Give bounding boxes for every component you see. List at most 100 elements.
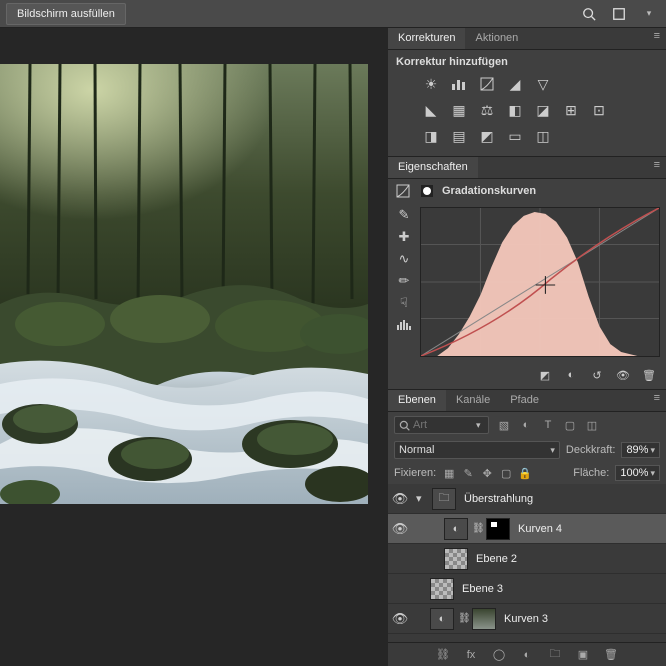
document-canvas[interactable] <box>0 28 388 666</box>
triangle-icon[interactable]: ▽ <box>532 74 554 94</box>
vibrance-icon[interactable]: ◣ <box>420 100 442 120</box>
toggle-last-state-icon[interactable]: ◐ <box>562 367 580 383</box>
lock-label: Fixieren: <box>394 467 436 479</box>
link-icon: ⛓ <box>458 613 468 624</box>
layers-filter-row: ▾ ▧ ◐ T ▢ ◫ <box>388 412 666 438</box>
channel-mixer-icon[interactable]: ⊞ <box>560 100 582 120</box>
opacity-input[interactable]: 89%▾ <box>621 442 660 458</box>
properties-title: Gradationskurven <box>442 185 536 197</box>
layer-group[interactable]: 👁 ▾ 🗀 Überstrahlung <box>388 484 666 514</box>
adjustment-filter-icon[interactable]: ◐ <box>517 417 535 433</box>
layer-thumb <box>430 578 454 600</box>
color-balance-icon[interactable]: ⚖ <box>476 100 498 120</box>
opacity-label: Deckkraft: <box>566 444 616 456</box>
tab-corrections[interactable]: Korrekturen <box>388 28 465 49</box>
image-filter-icon[interactable]: ▧ <box>495 417 513 433</box>
text-filter-icon[interactable]: T <box>539 417 557 433</box>
lock-brush-icon[interactable]: ✎ <box>461 466 475 480</box>
layer-name-label[interactable]: Ebene 2 <box>476 553 517 565</box>
link-icon[interactable]: ⛓ <box>435 647 451 663</box>
threshold-icon[interactable]: ◩ <box>476 126 498 146</box>
disclosure-icon[interactable]: ▾ <box>416 492 428 505</box>
right-panels: Korrekturen Aktionen ≡ Korrektur hinzufü… <box>388 28 666 666</box>
curves-icon[interactable] <box>476 74 498 94</box>
new-layer-icon[interactable]: ▣ <box>575 647 591 663</box>
eyedropper-plus-icon[interactable]: ✚ <box>395 229 413 245</box>
fx-icon[interactable]: fx <box>463 647 479 663</box>
lock-all-icon[interactable]: 🔒 <box>518 466 532 480</box>
adjustments-panel: Korrektur hinzufügen ☀ ◢ ▽ ◣ ▦ ⚖ ◧ ◪ ⊞ ⊡… <box>388 50 666 156</box>
curves-adjustment-icon <box>394 183 412 199</box>
options-bar: Bildschirm ausfüllen ▾ <box>0 0 666 28</box>
invert-icon[interactable]: ◨ <box>420 126 442 146</box>
hsl-icon[interactable]: ▦ <box>448 100 470 120</box>
gradient-map-icon[interactable]: ▭ <box>504 126 526 146</box>
layer-type-select[interactable]: ▾ <box>394 416 489 434</box>
photo-filter-icon[interactable]: ◪ <box>532 100 554 120</box>
levels-icon[interactable] <box>448 74 470 94</box>
exposure-icon[interactable]: ◢ <box>504 74 526 94</box>
visibility-icon[interactable]: 👁 <box>614 367 632 383</box>
image-preview <box>0 64 368 504</box>
layer-thumb <box>444 548 468 570</box>
layer-row[interactable]: Ebene 2 <box>388 544 666 574</box>
mask-thumb[interactable] <box>472 608 496 630</box>
layer-row[interactable]: Ebene 3 <box>388 574 666 604</box>
brightness-icon[interactable]: ☀ <box>420 74 442 94</box>
new-group-icon[interactable]: 🗀 <box>547 647 563 663</box>
adjustment-thumb: ◐ <box>444 518 468 540</box>
hand-icon[interactable]: ☟ <box>395 295 413 311</box>
properties-tabbar: Eigenschaften ≡ <box>388 157 666 179</box>
bw-icon[interactable]: ◧ <box>504 100 526 120</box>
mask-thumb[interactable] <box>486 518 510 540</box>
fill-screen-button[interactable]: Bildschirm ausfüllen <box>6 3 126 25</box>
curves-graph[interactable] <box>420 207 660 357</box>
tab-paths[interactable]: Pfade <box>500 390 549 411</box>
lock-move-icon[interactable]: ✥ <box>480 466 494 480</box>
workspace-chevron-icon[interactable]: ▾ <box>638 4 660 24</box>
add-correction-label: Korrektur hinzufügen <box>396 56 658 68</box>
new-adjustment-icon[interactable]: ◐ <box>519 647 535 663</box>
visibility-icon[interactable]: 👁 <box>388 491 412 507</box>
layer-row[interactable]: 👁 ◐ ⛓ Kurven 3 <box>388 604 666 634</box>
panel-menu-icon[interactable]: ≡ <box>648 28 666 49</box>
layer-row[interactable]: 👁 ◐ ⛓ Kurven 4 <box>388 514 666 544</box>
shape-filter-icon[interactable]: ▢ <box>561 417 579 433</box>
lookup-icon[interactable]: ⊡ <box>588 100 610 120</box>
trash-icon[interactable]: 🗑 <box>603 647 619 663</box>
panel-menu-icon[interactable]: ≡ <box>648 157 666 178</box>
frame-icon[interactable] <box>608 4 630 24</box>
reset-icon[interactable]: ↺ <box>588 367 606 383</box>
layer-name-label[interactable]: Überstrahlung <box>464 493 533 505</box>
layer-name-label[interactable]: Kurven 3 <box>504 613 548 625</box>
panel-menu-icon[interactable]: ≡ <box>648 390 666 411</box>
layer-filter-input[interactable] <box>413 419 473 431</box>
lock-artboard-icon[interactable]: ▢ <box>499 466 513 480</box>
adjustment-thumb: ◐ <box>430 608 454 630</box>
smart-filter-icon[interactable]: ◫ <box>583 417 601 433</box>
smooth-icon[interactable]: ∿ <box>395 251 413 267</box>
layer-name-label[interactable]: Kurven 4 <box>518 523 562 535</box>
tab-actions[interactable]: Aktionen <box>465 28 528 49</box>
lock-pixels-icon[interactable]: ▦ <box>442 466 456 480</box>
eyedropper-icon[interactable]: ✎ <box>395 207 413 223</box>
pencil-icon[interactable]: ✏ <box>395 273 413 289</box>
mask-icon[interactable]: ◯ <box>491 647 507 663</box>
visibility-icon[interactable]: 👁 <box>388 521 412 537</box>
posterize-icon[interactable]: ▤ <box>448 126 470 146</box>
chevron-down-icon: ▾ <box>476 420 481 431</box>
trash-icon[interactable]: 🗑 <box>640 367 658 383</box>
selective-color-icon[interactable]: ◫ <box>532 126 554 146</box>
auto-icon[interactable] <box>395 317 413 333</box>
layer-name-label[interactable]: Ebene 3 <box>462 583 503 595</box>
clip-icon[interactable]: ◩ <box>536 367 554 383</box>
search-icon[interactable] <box>578 4 600 24</box>
tab-layers[interactable]: Ebenen <box>388 390 446 411</box>
tab-channels[interactable]: Kanäle <box>446 390 500 411</box>
tab-properties[interactable]: Eigenschaften <box>388 157 478 178</box>
mask-icon[interactable] <box>418 183 436 199</box>
adjustments-tabbar: Korrekturen Aktionen ≡ <box>388 28 666 50</box>
visibility-icon[interactable]: 👁 <box>388 611 412 627</box>
fill-input[interactable]: 100%▾ <box>615 465 660 481</box>
blend-mode-select[interactable]: Normal▾ <box>394 441 560 459</box>
